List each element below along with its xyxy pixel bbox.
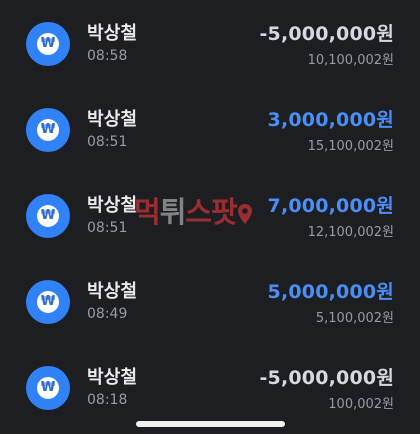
won-icon: ₩ bbox=[37, 119, 59, 141]
transaction-amount: 5,000,000원 bbox=[267, 281, 394, 303]
watermark-text-2: 튀 bbox=[159, 195, 187, 229]
transaction-amount: 3,000,000원 bbox=[267, 109, 394, 131]
transaction-time: 08:58 bbox=[87, 48, 128, 64]
transaction-row[interactable]: ₩ 박상철 08:51 3,000,000원 15,100,002원 bbox=[0, 92, 420, 168]
transaction-row[interactable]: ₩ 박상철 08:49 5,000,000원 5,100,002원 bbox=[0, 264, 420, 340]
counterparty-name: 박상철 bbox=[87, 367, 138, 388]
won-avatar: ₩ bbox=[26, 366, 70, 410]
won-avatar: ₩ bbox=[26, 108, 70, 152]
home-indicator[interactable] bbox=[136, 421, 285, 427]
transaction-time: 08:51 bbox=[87, 134, 128, 150]
counterparty-name: 박상철 bbox=[87, 195, 138, 216]
transaction-row[interactable]: ₩ 박상철 08:18 -5,000,000원 100,002원 bbox=[0, 350, 420, 426]
balance-after: 100,002원 bbox=[328, 397, 394, 412]
counterparty-name: 박상철 bbox=[87, 109, 138, 130]
transaction-time: 08:18 bbox=[87, 392, 128, 408]
won-icon: ₩ bbox=[37, 205, 59, 227]
balance-after: 10,100,002원 bbox=[307, 53, 394, 68]
transaction-row[interactable]: ₩ 박상철 08:58 -5,000,000원 10,100,002원 bbox=[0, 6, 420, 82]
transaction-time: 08:51 bbox=[87, 220, 128, 236]
won-icon: ₩ bbox=[37, 377, 59, 399]
transaction-amount: -5,000,000원 bbox=[259, 23, 394, 45]
watermark-text-3: 스팟 bbox=[185, 195, 237, 229]
site-watermark: 먹튀스팟 bbox=[134, 192, 252, 232]
map-pin-icon bbox=[237, 194, 252, 234]
counterparty-name: 박상철 bbox=[87, 281, 138, 302]
won-icon: ₩ bbox=[37, 33, 59, 55]
won-avatar: ₩ bbox=[26, 280, 70, 324]
balance-after: 12,100,002원 bbox=[307, 225, 394, 240]
won-avatar: ₩ bbox=[26, 22, 70, 66]
transaction-amount: -5,000,000원 bbox=[259, 367, 394, 389]
watermark-text-1: 먹 bbox=[134, 195, 161, 229]
won-icon: ₩ bbox=[37, 291, 59, 313]
transaction-amount: 7,000,000원 bbox=[267, 195, 394, 217]
transaction-time: 08:49 bbox=[87, 306, 128, 322]
balance-after: 5,100,002원 bbox=[315, 311, 394, 326]
balance-after: 15,100,002원 bbox=[307, 139, 394, 154]
won-avatar: ₩ bbox=[26, 194, 70, 238]
counterparty-name: 박상철 bbox=[87, 23, 138, 44]
